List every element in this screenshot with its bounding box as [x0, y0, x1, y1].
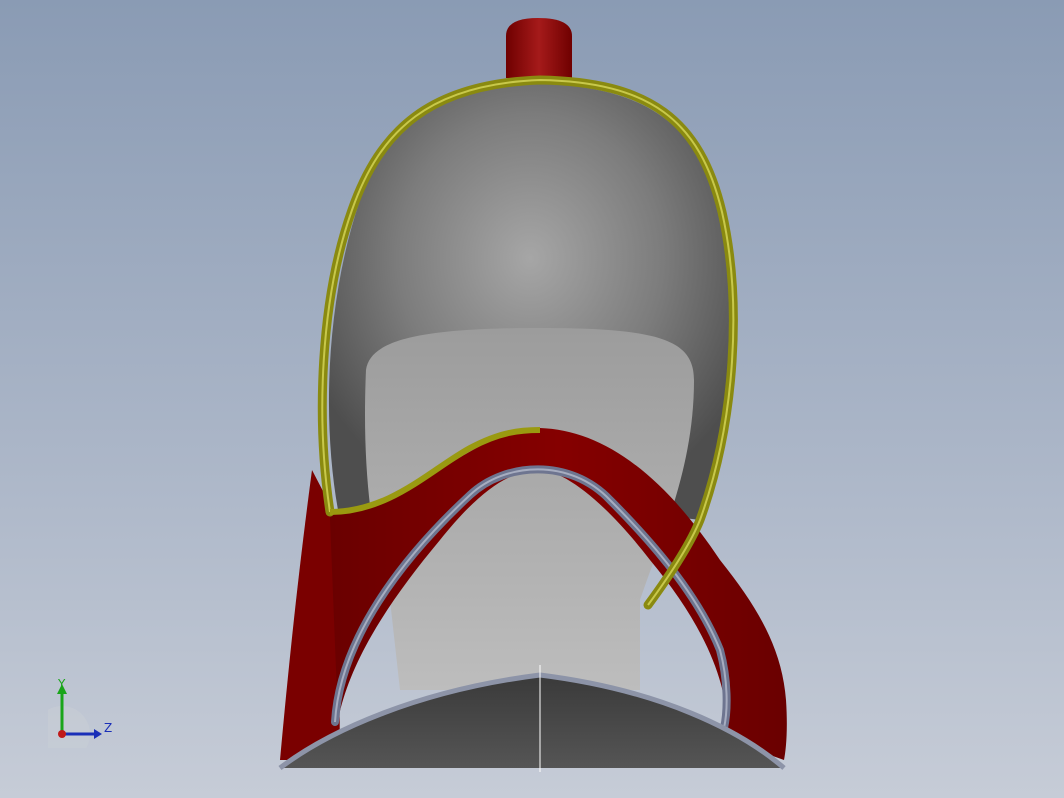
graphics-viewport[interactable]: Y Z	[0, 0, 1064, 798]
sole[interactable]	[278, 665, 786, 772]
view-orientation-triad[interactable]: Y Z	[48, 678, 118, 748]
z-axis-label: Z	[104, 721, 112, 735]
shoe-model[interactable]	[0, 0, 1064, 798]
x-axis-dot	[58, 730, 66, 738]
heel-tab[interactable]	[506, 18, 572, 78]
y-axis-label: Y	[57, 678, 66, 691]
